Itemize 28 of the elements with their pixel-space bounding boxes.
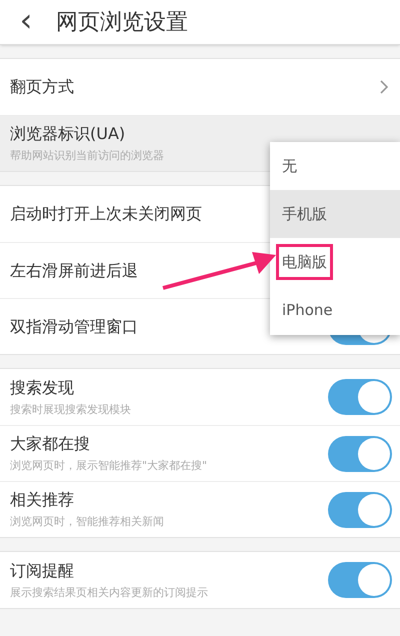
row-label: 大家都在搜: [10, 433, 90, 456]
row-description: 展示搜索结果页相关内容更新的订阅提示: [10, 584, 208, 601]
toggle-switch[interactable]: [328, 562, 392, 598]
row-label: 翻页方式: [10, 76, 74, 98]
row-label: 双指滑动管理窗口: [10, 316, 138, 338]
toggle-switch[interactable]: [328, 379, 392, 415]
row-label: 启动时打开上次未关闭网页: [10, 203, 202, 225]
dropdown-option[interactable]: 电脑版: [270, 238, 400, 286]
row-label: 相关推荐: [10, 489, 74, 512]
row-description: 浏览网页时，展示智能推荐"大家都在搜": [10, 458, 208, 474]
page-title: 网页浏览设置: [56, 8, 188, 36]
option-label: iPhone: [282, 300, 333, 321]
row-label: 搜索发现: [10, 376, 74, 399]
row-label: 浏览器标识(UA): [10, 123, 126, 146]
chevron-right-icon: [380, 80, 388, 94]
option-label: 手机版: [282, 204, 327, 225]
row-description: 帮助网站识别当前访问的浏览器: [10, 148, 164, 164]
dropdown-option[interactable]: iPhone: [270, 286, 400, 334]
toggle-switch[interactable]: [328, 492, 392, 528]
back-button[interactable]: ‹: [14, 4, 38, 40]
row-description: 搜索时展现搜索发现模块: [10, 402, 131, 418]
row-description: 浏览网页时，智能推荐相关新闻: [10, 514, 164, 530]
row-label: 订阅提醒: [10, 560, 74, 582]
dropdown-option[interactable]: 无: [270, 142, 400, 190]
toggle-switch[interactable]: [328, 436, 392, 472]
highlighted-option-label: 电脑版: [276, 244, 333, 280]
row-label: 左右滑屏前进后退: [10, 260, 138, 282]
dropdown-option[interactable]: 手机版: [270, 190, 400, 238]
